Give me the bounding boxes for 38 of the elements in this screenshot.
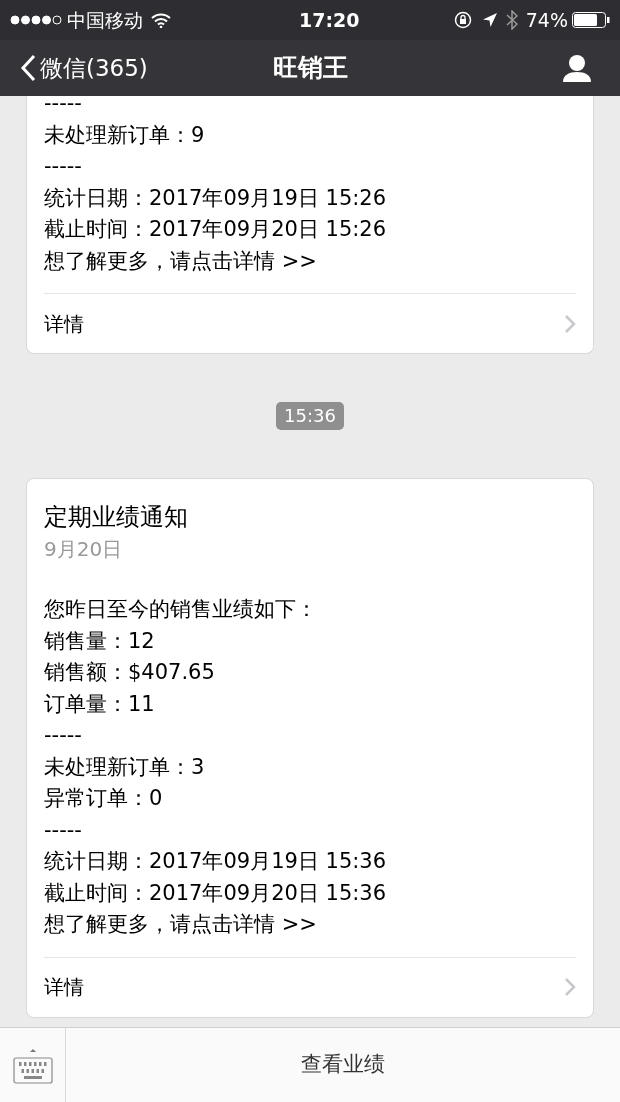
message-line: 截止时间：2017年09月20日 15:26 — [44, 216, 388, 243]
message-line: 您昨日至今的销售业绩如下： — [44, 596, 318, 623]
message-line: 统计日期：2017年09月19日 15:36 — [44, 848, 388, 875]
rotation-lock-icon — [453, 11, 472, 29]
page-title: 旺销王 — [272, 52, 348, 85]
signal-icon — [10, 15, 62, 25]
message-line: 异常订单：0 — [44, 785, 164, 812]
message-line: 销售量：12 — [44, 627, 156, 655]
location-icon — [481, 12, 498, 28]
message-line: 想了解更多，请点击详情 >> — [44, 911, 318, 938]
details-link[interactable]: 详情 — [44, 956, 576, 1017]
timestamp: 15:36 — [276, 402, 344, 430]
battery-percent: 74% — [525, 7, 568, 33]
person-icon[interactable] — [562, 54, 592, 82]
carrier: 中国移动 — [67, 7, 143, 33]
message-line: ----- — [44, 96, 83, 117]
clock: 17:20 — [299, 7, 360, 33]
card-title: 定期业绩通知 — [44, 502, 189, 533]
message-line: 想了解更多，请点击详情 >> — [44, 247, 318, 275]
card-date: 9月20日 — [44, 536, 124, 563]
message-line: 未处理新订单：9 — [44, 121, 206, 149]
message-line: ----- — [44, 153, 83, 180]
keyboard-icon — [12, 1046, 53, 1084]
battery-icon — [572, 12, 610, 28]
chevron-left-icon — [20, 54, 36, 82]
message-line: 统计日期：2017年09月19日 15:26 — [44, 184, 388, 212]
message-line: 未处理新订单：3 — [44, 753, 206, 781]
message-line: 订单量：11 — [44, 690, 156, 718]
bluetooth-icon — [505, 10, 518, 30]
message-line: 截止时间：2017年09月20日 15:36 — [44, 879, 388, 907]
back-button[interactable]: 微信(365) — [20, 50, 148, 86]
details-link[interactable]: 详情 — [44, 293, 576, 353]
wifi-icon — [151, 12, 171, 28]
chevron-right-icon — [564, 977, 576, 997]
chevron-right-icon — [564, 313, 576, 334]
message-line: ----- — [44, 722, 83, 749]
message-line: ----- — [44, 816, 83, 844]
message-line: 销售额：$407.65 — [44, 659, 216, 686]
